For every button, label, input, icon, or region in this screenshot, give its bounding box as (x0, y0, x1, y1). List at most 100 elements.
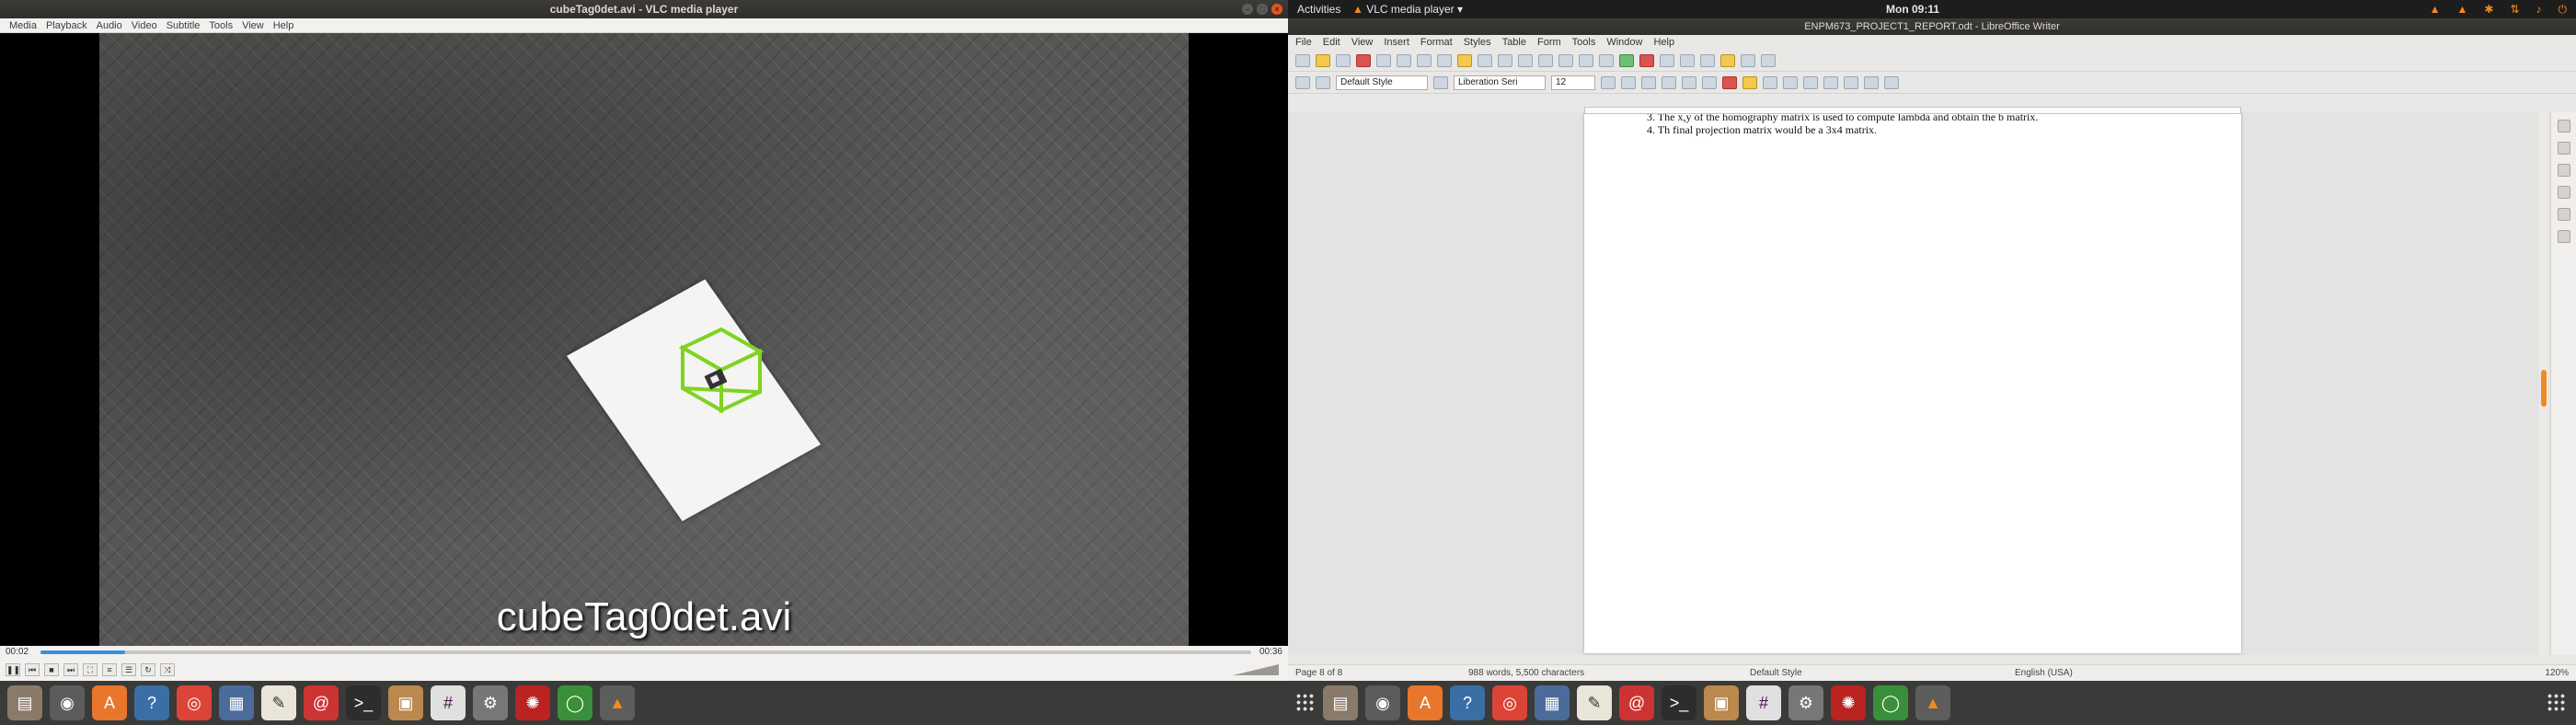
find-replace-icon[interactable] (1538, 53, 1553, 67)
pause-icon[interactable]: ❚❚ (6, 663, 20, 676)
loop-icon[interactable]: ↻ (141, 663, 155, 676)
menu-form[interactable]: Form (1537, 35, 1561, 50)
font-color-icon[interactable] (1722, 75, 1737, 89)
gallery-icon[interactable] (2557, 186, 2570, 199)
vlc-icon[interactable]: ▲ (600, 685, 635, 720)
maximize-icon[interactable]: □ (1257, 4, 1268, 15)
hyperlink-icon[interactable] (1700, 53, 1715, 67)
show-apps-icon-2[interactable] (2547, 693, 2567, 713)
insert-table-icon[interactable] (1599, 53, 1614, 67)
docs-icon[interactable]: ▦ (219, 685, 254, 720)
align-center-icon[interactable] (1823, 75, 1838, 89)
italic-icon[interactable] (1621, 75, 1636, 89)
show-apps-icon[interactable] (1295, 693, 1316, 713)
print-icon[interactable] (1376, 53, 1391, 67)
insert-textbox-icon[interactable] (1660, 53, 1674, 67)
editor-icon[interactable]: ✎ (261, 685, 296, 720)
special-character-icon[interactable] (1680, 53, 1695, 67)
line-icon[interactable] (1741, 53, 1755, 67)
ros-icon[interactable]: ✺ (1831, 685, 1866, 720)
update-style-icon[interactable] (1433, 75, 1448, 89)
page-indicator[interactable]: Page 8 of 8 (1295, 668, 1342, 678)
menu-video[interactable]: Video (132, 18, 157, 32)
video-area[interactable]: cubeTag0det.avi (0, 33, 1288, 646)
power-icon[interactable]: ⏻ (2559, 0, 2568, 18)
menu-tools[interactable]: Tools (209, 18, 233, 32)
clone-format-icon[interactable] (1478, 53, 1492, 67)
export-pdf-icon[interactable] (1356, 53, 1371, 67)
vlc-tray-icon-2[interactable]: ▲ (2456, 0, 2467, 18)
files-icon[interactable]: ▤ (7, 685, 42, 720)
archive-icon[interactable]: ▣ (388, 685, 423, 720)
debian-icon[interactable]: @ (1619, 685, 1654, 720)
fullscreen-icon[interactable]: ⛶ (83, 663, 98, 676)
menu-file[interactable]: File (1295, 35, 1312, 50)
properties-icon[interactable] (2557, 120, 2570, 132)
app-menu[interactable]: ▲ VLC media player ▾ (1352, 0, 1463, 18)
formatting-marks-icon[interactable] (1579, 53, 1593, 67)
scrollbar-thumb[interactable] (2541, 370, 2547, 407)
slack-icon[interactable]: # (1746, 685, 1781, 720)
vlc-title-bar[interactable]: cubeTag0det.avi - VLC media player – □ × (0, 0, 1288, 18)
sync-icon[interactable]: ◯ (1873, 685, 1908, 720)
redo-icon[interactable] (1518, 53, 1533, 67)
next-icon[interactable]: ⏭ (63, 663, 78, 676)
paste-icon[interactable] (1457, 53, 1472, 67)
files-icon[interactable]: ▤ (1323, 685, 1358, 720)
subscript-icon[interactable] (1702, 75, 1717, 89)
menu-help[interactable]: Help (1653, 35, 1674, 50)
slack-icon[interactable]: # (431, 685, 466, 720)
justify-icon[interactable] (1864, 75, 1879, 89)
page-style[interactable]: Default Style (1750, 668, 1802, 678)
indent-icon[interactable] (1884, 75, 1899, 89)
editor-icon[interactable]: ✎ (1577, 685, 1612, 720)
paragraph-style-select[interactable]: Default Style (1336, 75, 1428, 90)
menu-tools[interactable]: Tools (1572, 35, 1596, 50)
numbering-icon[interactable] (1783, 75, 1798, 89)
insert-chart-icon[interactable] (1639, 53, 1654, 67)
navigator-icon[interactable] (2557, 208, 2570, 221)
menu-media[interactable]: Media (9, 18, 37, 32)
manage-changes-icon[interactable] (2557, 230, 2570, 243)
ros-icon[interactable]: ✺ (515, 685, 550, 720)
settings-icon[interactable]: ⚙ (473, 685, 508, 720)
slack-tray-icon[interactable]: ✱ (2484, 0, 2493, 18)
menu-edit[interactable]: Edit (1323, 35, 1340, 50)
settings-icon[interactable]: ⚙ (1788, 685, 1823, 720)
menu-view[interactable]: View (242, 18, 264, 32)
help-icon[interactable]: ? (1450, 685, 1485, 720)
rhythmbox-icon[interactable]: ◉ (1365, 685, 1400, 720)
back-icon[interactable] (1295, 75, 1310, 89)
new-document-icon[interactable] (1295, 53, 1310, 67)
print-preview-icon[interactable] (1397, 53, 1411, 67)
open-icon[interactable] (1316, 53, 1330, 67)
extended-settings-icon[interactable]: ≡ (102, 663, 117, 676)
activities-button[interactable]: Activities (1297, 0, 1340, 18)
vlc-tray-icon[interactable]: ▲ (2430, 0, 2441, 18)
terminal-icon[interactable]: >_ (346, 685, 381, 720)
rhythmbox-icon[interactable]: ◉ (50, 685, 85, 720)
font-size-select[interactable]: 12 (1551, 75, 1595, 90)
menu-window[interactable]: Window (1606, 35, 1642, 50)
superscript-icon[interactable] (1682, 75, 1696, 89)
minimize-icon[interactable]: – (1242, 4, 1253, 15)
align-left-icon[interactable] (1803, 75, 1818, 89)
vlc-icon[interactable]: ▲ (1915, 685, 1950, 720)
menu-insert[interactable]: Insert (1384, 35, 1409, 50)
underline-icon[interactable] (1641, 75, 1656, 89)
menu-format[interactable]: Format (1420, 35, 1453, 50)
shuffle-icon[interactable]: ⤨ (160, 663, 175, 676)
software-icon[interactable]: A (92, 685, 127, 720)
highlight-icon[interactable] (1742, 75, 1757, 89)
archive-icon[interactable]: ▣ (1704, 685, 1739, 720)
software-icon[interactable]: A (1408, 685, 1443, 720)
chrome-icon[interactable]: ◎ (1492, 685, 1527, 720)
network-icon[interactable]: ⇅ (2510, 0, 2519, 18)
playlist-icon[interactable]: ☰ (121, 663, 136, 676)
menu-table[interactable]: Table (1502, 35, 1526, 50)
copy-icon[interactable] (1437, 53, 1452, 67)
sync-icon[interactable]: ◯ (558, 685, 592, 720)
menu-subtitle[interactable]: Subtitle (167, 18, 201, 32)
writer-title-bar[interactable]: ENPM673_PROJECT1_REPORT.odt - LibreOffic… (1288, 18, 2576, 35)
help-icon[interactable]: ? (134, 685, 169, 720)
